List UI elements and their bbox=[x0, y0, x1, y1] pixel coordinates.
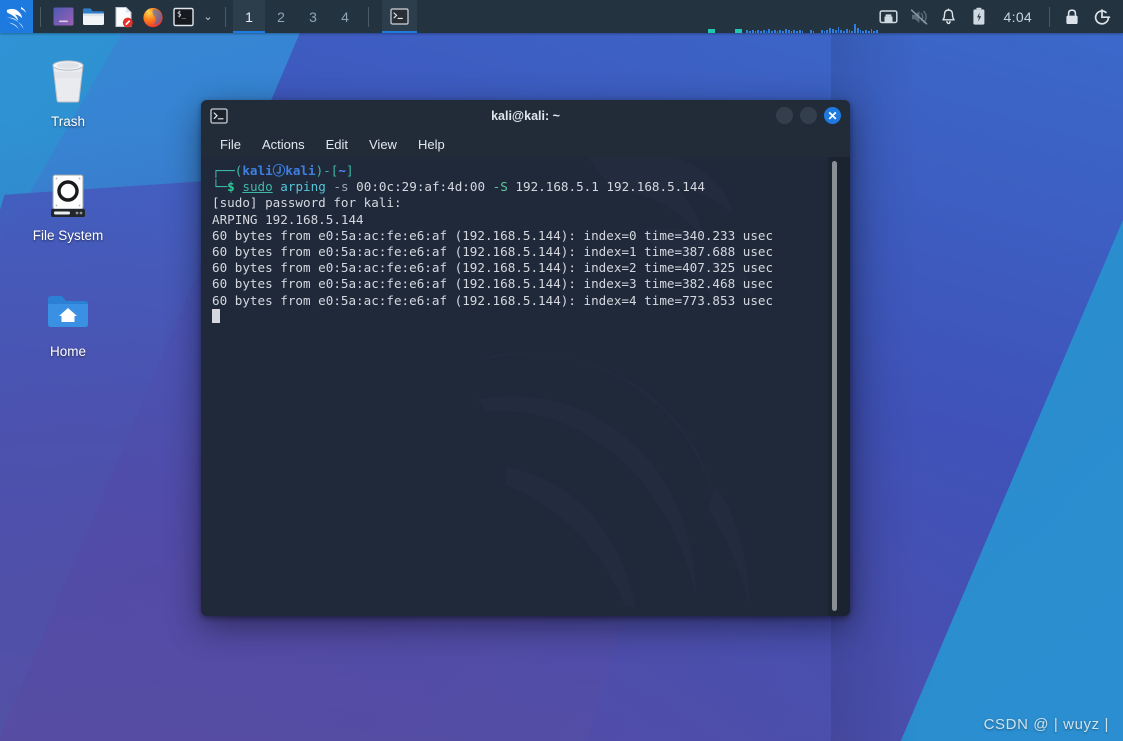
output-line: 60 bytes from e0:5a:ac:fe:e6:af (192.168… bbox=[212, 227, 774, 243]
home-folder-icon bbox=[14, 282, 122, 340]
launcher-firefox[interactable] bbox=[138, 0, 168, 33]
output-line: 60 bytes from e0:5a:ac:fe:e6:af (192.168… bbox=[212, 276, 774, 292]
workspace-switcher[interactable]: 1 2 3 4 bbox=[233, 0, 361, 33]
window-button-terminal[interactable] bbox=[382, 0, 417, 33]
output-line: ARPING 192.168.5.144 bbox=[212, 211, 364, 227]
launcher-show-desktop[interactable] bbox=[48, 0, 78, 33]
taskbar-tray: 4:04 bbox=[874, 0, 1123, 33]
desktop-preview-icon bbox=[53, 7, 73, 26]
prompt-user-host: kaliⒿkali bbox=[242, 163, 316, 178]
terminal-output: ┌──(kaliⒿkali)-[~] └─$ sudo arping -s 00… bbox=[201, 157, 850, 325]
close-button[interactable]: ✕ bbox=[824, 107, 841, 124]
workspace-4[interactable]: 4 bbox=[329, 0, 361, 33]
volume-muted-icon[interactable] bbox=[904, 0, 934, 33]
output-line: 60 bytes from e0:5a:ac:fe:e6:af (192.168… bbox=[212, 244, 774, 260]
terminal-icon bbox=[210, 107, 228, 125]
workspace-3[interactable]: 3 bbox=[297, 0, 329, 33]
terminal-title: kali@kali: ~ bbox=[491, 108, 560, 123]
kali-dragon-icon bbox=[5, 6, 26, 29]
output-line: 60 bytes from e0:5a:ac:fe:e6:af (192.168… bbox=[212, 260, 774, 276]
workspace-2[interactable]: 2 bbox=[265, 0, 297, 33]
network-icon[interactable] bbox=[874, 0, 904, 33]
maximize-button[interactable] bbox=[800, 107, 817, 124]
workspace-1[interactable]: 1 bbox=[233, 0, 265, 33]
launcher-chevron-down-icon[interactable]: ⌄ bbox=[198, 0, 218, 33]
command-source-ip: 192.168.5.1 bbox=[515, 179, 599, 195]
minimize-button[interactable] bbox=[776, 107, 793, 124]
wallpaper-right-shade bbox=[831, 0, 1123, 741]
taskbar-divider bbox=[40, 6, 41, 27]
taskbar-divider-2 bbox=[225, 6, 226, 27]
menu-edit[interactable]: Edit bbox=[317, 135, 357, 154]
launcher-terminal[interactable]: $_ bbox=[168, 0, 198, 33]
command-flag-S-upper: -S bbox=[492, 179, 508, 195]
terminal-icon bbox=[390, 7, 409, 25]
taskbar-left: $_ ⌄ 1 2 3 4 bbox=[0, 0, 417, 33]
taskbar-divider-3 bbox=[368, 6, 369, 27]
window-controls[interactable]: ✕ bbox=[776, 107, 850, 124]
logout-icon[interactable] bbox=[1087, 0, 1117, 33]
desktop-icon-trash[interactable]: Trash bbox=[14, 52, 122, 129]
prompt-path: ~ bbox=[338, 163, 346, 178]
command-mac: 00:0c:29:af:4d:00 bbox=[356, 179, 486, 195]
filesystem-icon bbox=[14, 166, 122, 224]
command-sudo: sudo bbox=[242, 179, 273, 195]
menu-actions[interactable]: Actions bbox=[253, 135, 314, 154]
battery-icon[interactable] bbox=[964, 0, 994, 33]
command-program: arping bbox=[280, 179, 326, 195]
desktop-icon-label: Home bbox=[49, 344, 86, 359]
menu-file[interactable]: File bbox=[211, 135, 250, 154]
prompt-dash: - bbox=[323, 163, 331, 178]
folder-icon bbox=[82, 7, 104, 25]
clock[interactable]: 4:04 bbox=[994, 9, 1042, 25]
terminal-body[interactable]: ┌──(kaliⒿkali)-[~] └─$ sudo arping -s 00… bbox=[201, 157, 850, 616]
launcher-file-manager[interactable] bbox=[78, 0, 108, 33]
output-line: 60 bytes from e0:5a:ac:fe:e6:af (192.168… bbox=[212, 292, 774, 308]
prompt-dollar: $ bbox=[227, 179, 235, 195]
taskbar-divider-4 bbox=[1049, 6, 1050, 27]
desktop-icon-label: Trash bbox=[50, 114, 85, 129]
terminal-titlebar[interactable]: kali@kali: ~ ✕ bbox=[201, 100, 850, 131]
notification-bell-icon[interactable] bbox=[934, 0, 964, 33]
terminal-menubar[interactable]: File Actions Edit View Help bbox=[201, 131, 850, 157]
output-line: [sudo] password for kali: bbox=[212, 195, 402, 211]
system-monitor-graph[interactable] bbox=[708, 21, 878, 33]
command-flag-s: -s bbox=[333, 179, 349, 195]
desktop-icon-home[interactable]: Home bbox=[14, 282, 122, 359]
desktop-icon-file-system[interactable]: File System bbox=[14, 166, 122, 243]
lock-screen-icon[interactable] bbox=[1057, 0, 1087, 33]
prompt-frame-top: ┌── bbox=[212, 163, 235, 178]
launcher-text-editor[interactable] bbox=[108, 0, 138, 33]
csdn-watermark: CSDN @ | wuyz | bbox=[983, 716, 1109, 733]
desktop-icon-label: File System bbox=[32, 228, 104, 243]
trash-icon bbox=[14, 52, 122, 110]
terminal-icon: $_ bbox=[172, 7, 194, 26]
prompt-frame-bottom: └─ bbox=[212, 179, 228, 195]
menu-help[interactable]: Help bbox=[409, 135, 454, 154]
svg-text:$_: $_ bbox=[177, 9, 187, 18]
prompt-bracket-close: ] bbox=[345, 163, 354, 178]
document-forbidden-icon bbox=[115, 6, 133, 28]
terminal-cursor bbox=[212, 308, 220, 323]
kali-menu-button[interactable] bbox=[0, 0, 33, 33]
command-target-ip: 192.168.5.144 bbox=[606, 179, 705, 195]
firefox-icon bbox=[143, 7, 163, 27]
menu-view[interactable]: View bbox=[360, 135, 406, 154]
terminal-window[interactable]: kali@kali: ~ ✕ File Actions Edit View He… bbox=[201, 100, 850, 616]
taskbar[interactable]: $_ ⌄ 1 2 3 4 4:04 bbox=[0, 0, 1123, 33]
